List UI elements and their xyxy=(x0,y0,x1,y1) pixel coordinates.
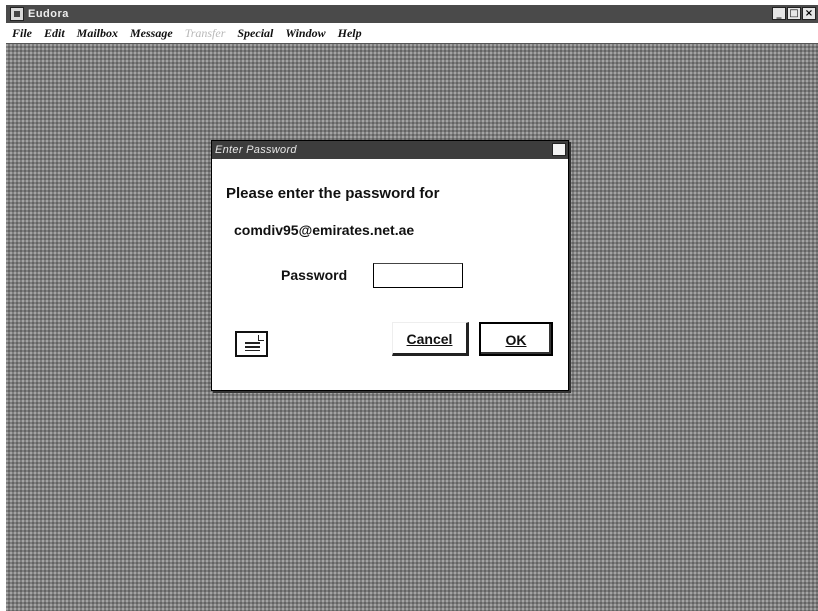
eudora-window: Eudora _ □ × File Edit Mailbox Message T… xyxy=(6,5,818,611)
menubar: File Edit Mailbox Message Transfer Speci… xyxy=(6,23,818,44)
password-input[interactable] xyxy=(373,263,463,288)
eudora-app-icon[interactable] xyxy=(10,7,24,21)
document-corner xyxy=(258,335,264,341)
dialog-title: Enter Password xyxy=(215,144,297,156)
menu-special[interactable]: Special xyxy=(231,26,279,41)
menu-help[interactable]: Help xyxy=(332,26,368,41)
account-address: comdiv95@emirates.net.ae xyxy=(234,222,415,238)
app-title: Eudora xyxy=(28,8,69,20)
password-dialog: Enter Password Please enter the password… xyxy=(211,140,569,391)
app-titlebar[interactable]: Eudora _ □ × xyxy=(6,5,818,23)
minimize-button[interactable]: _ xyxy=(772,7,786,20)
close-window-button[interactable]: × xyxy=(802,7,816,20)
window-controls: _ □ × xyxy=(772,7,816,20)
menu-file[interactable]: File xyxy=(6,26,38,41)
help-document-icon[interactable] xyxy=(235,331,268,357)
document-lines xyxy=(245,342,260,351)
password-prompt: Please enter the password for xyxy=(226,185,440,202)
menu-edit[interactable]: Edit xyxy=(38,26,71,41)
password-label: Password xyxy=(281,267,348,283)
menu-window[interactable]: Window xyxy=(279,26,331,41)
maximize-button[interactable]: □ xyxy=(787,7,801,20)
menu-message[interactable]: Message xyxy=(124,26,179,41)
ok-button[interactable]: OK xyxy=(479,322,553,356)
cancel-button[interactable]: Cancel xyxy=(392,322,469,356)
menu-mailbox[interactable]: Mailbox xyxy=(71,26,124,41)
menu-transfer[interactable]: Transfer xyxy=(179,26,232,41)
dialog-titlebar[interactable]: Enter Password xyxy=(212,141,568,159)
close-icon[interactable] xyxy=(552,143,566,156)
